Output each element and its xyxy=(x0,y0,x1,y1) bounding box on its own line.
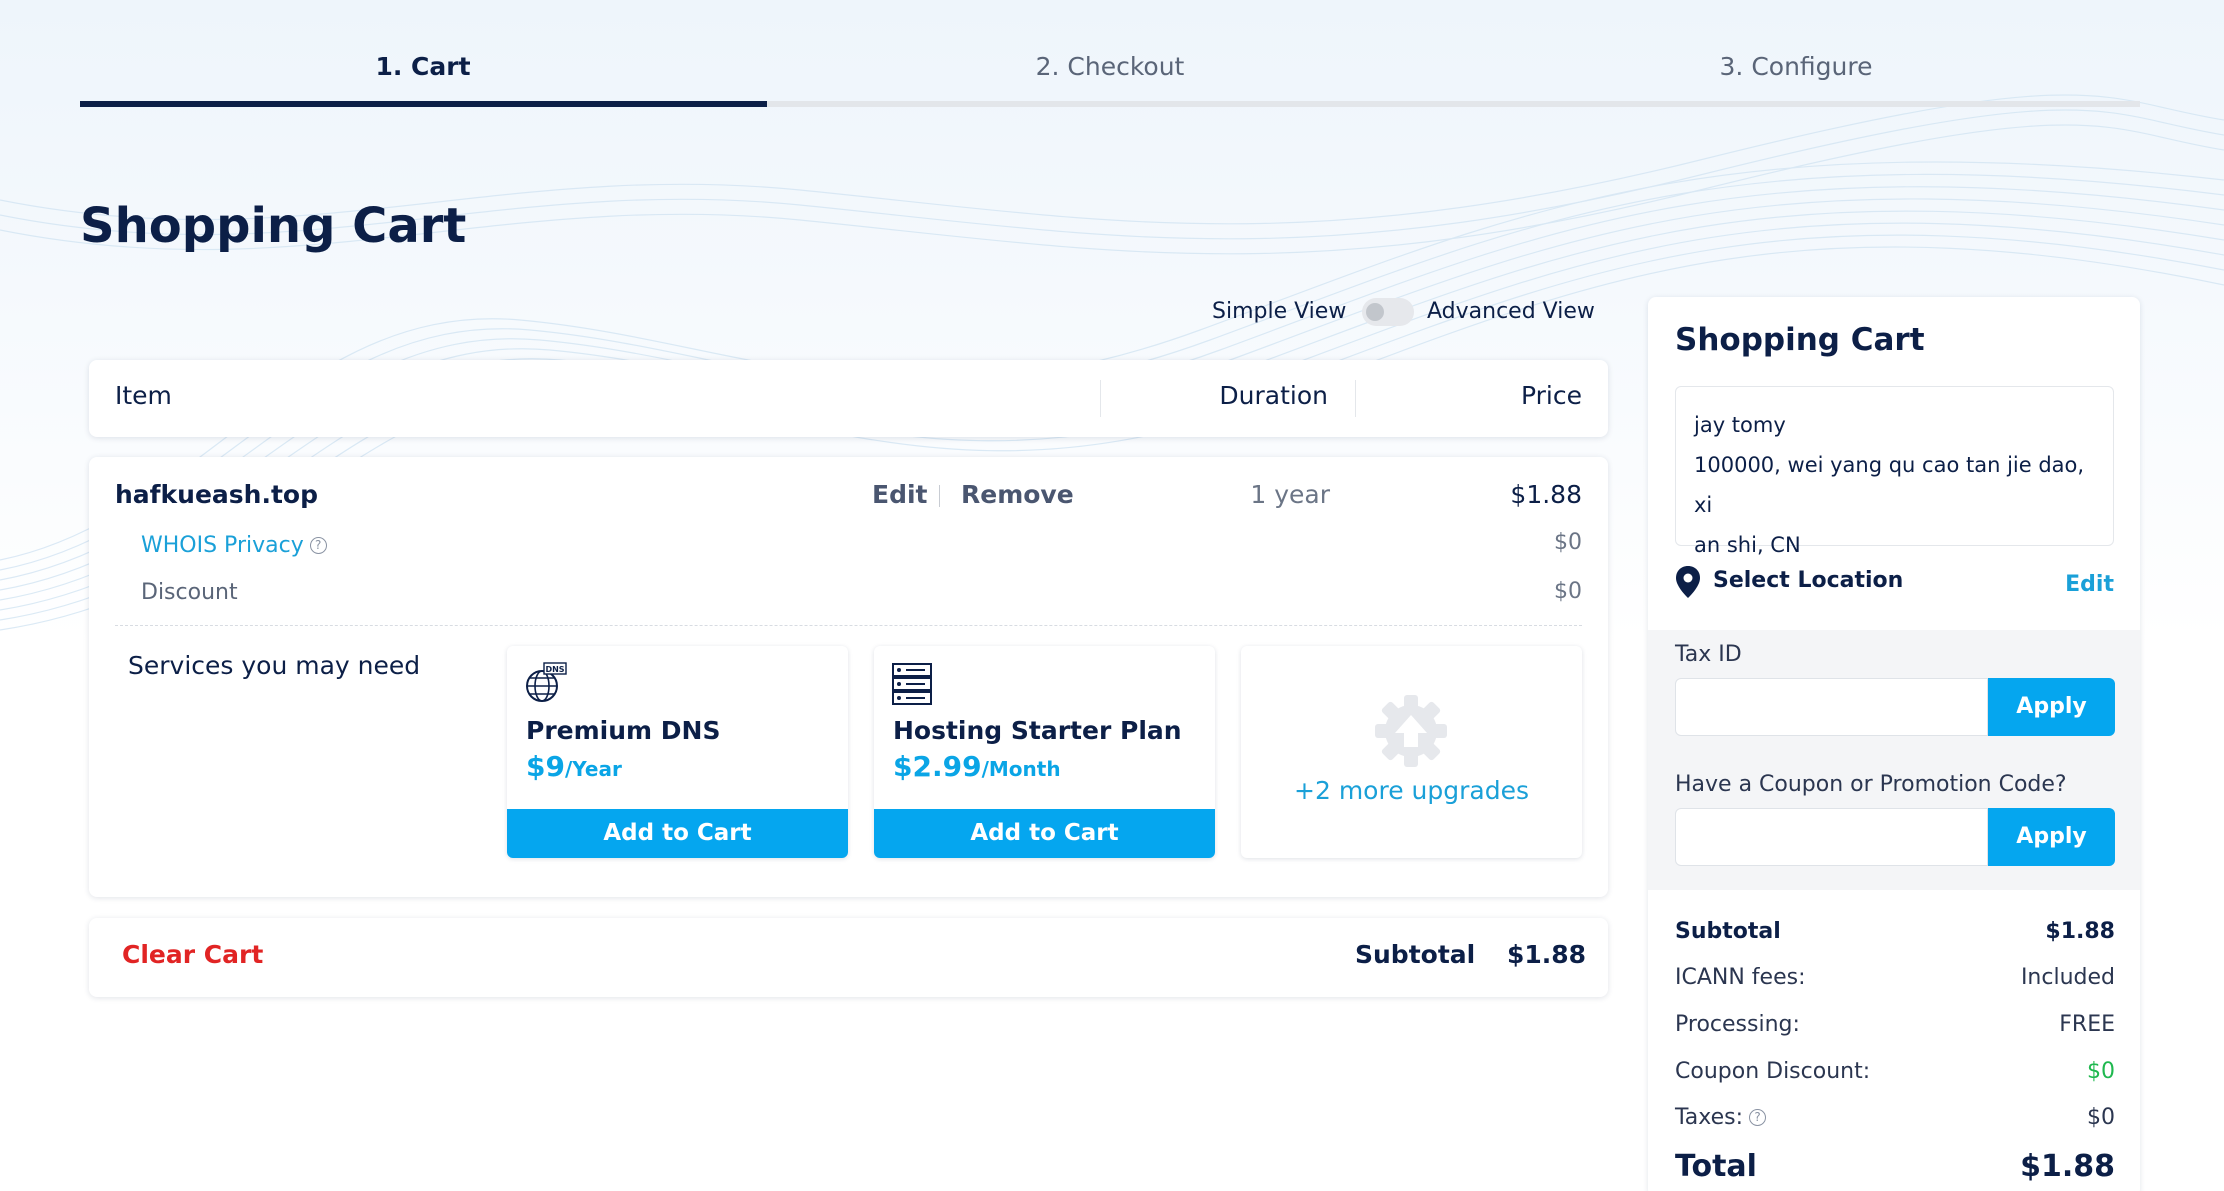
summary-title: Shopping Cart xyxy=(1675,322,1925,358)
coupon-input[interactable] xyxy=(1675,808,1988,866)
svg-text:DNS: DNS xyxy=(545,665,564,674)
address-line2: an shi, CN xyxy=(1694,533,1801,557)
service-price-amount: $2.99 xyxy=(893,750,982,783)
service-price-period: /Month xyxy=(981,757,1061,781)
subtotal-label: Subtotal xyxy=(1355,940,1476,969)
total-label: Total xyxy=(1675,1149,1757,1184)
coupon-apply-button[interactable]: Apply xyxy=(1988,808,2115,866)
icann-label: ICANN fees: xyxy=(1675,965,1806,990)
step-configure[interactable]: 3. Configure xyxy=(1453,52,2139,81)
header-duration: Duration xyxy=(1219,381,1328,410)
step-checkout[interactable]: 2. Checkout xyxy=(767,52,1453,81)
icann-value: Included xyxy=(2020,965,2115,990)
whois-privacy-label[interactable]: WHOIS Privacy xyxy=(141,533,304,558)
dns-globe-icon: DNS xyxy=(526,662,567,702)
billing-address: jay tomy 100000, wei yang qu cao tan jie… xyxy=(1675,386,2114,557)
stepper-progress xyxy=(80,101,767,107)
add-to-cart-button[interactable]: Add to Cart xyxy=(507,809,848,858)
summary-subtotal-label: Subtotal xyxy=(1675,919,1781,944)
upgrade-gear-icon xyxy=(1375,695,1447,767)
whois-price: $0 xyxy=(1554,530,1582,555)
page-title: Shopping Cart xyxy=(80,198,467,254)
processing-value: FREE xyxy=(2059,1012,2115,1037)
more-upgrades-link[interactable]: +2 more upgrades xyxy=(1241,776,1582,805)
help-icon[interactable]: ? xyxy=(1749,1109,1767,1126)
item-duration: 1 year xyxy=(1250,480,1330,509)
tax-id-apply-button[interactable]: Apply xyxy=(1988,678,2115,736)
advanced-view-label[interactable]: Advanced View xyxy=(1427,299,1595,324)
simple-view-label[interactable]: Simple View xyxy=(1212,299,1346,324)
remove-item-link[interactable]: Remove xyxy=(961,480,1074,509)
help-icon[interactable]: ? xyxy=(309,537,327,554)
coupon-discount-label: Coupon Discount: xyxy=(1675,1059,1871,1084)
tax-id-input[interactable] xyxy=(1675,678,1988,736)
clear-cart-button[interactable]: Clear Cart xyxy=(122,940,263,969)
service-card-premium-dns: DNS Premium DNS $9/Year Add to Cart xyxy=(507,646,848,858)
header-price: Price xyxy=(1521,381,1582,410)
coupon-discount-value: $0 xyxy=(2087,1059,2115,1084)
address-name: jay tomy xyxy=(1694,413,1786,437)
services-title: Services you may need xyxy=(128,651,421,680)
edit-item-link[interactable]: Edit xyxy=(872,480,928,509)
summary-subtotal-value: $1.88 xyxy=(2045,919,2115,944)
service-name: Premium DNS xyxy=(526,716,721,745)
select-location-link[interactable]: Select Location xyxy=(1713,568,1903,593)
header-divider xyxy=(1100,380,1101,417)
add-to-cart-button[interactable]: Add to Cart xyxy=(874,809,1215,858)
domain-name: hafkueash.top xyxy=(115,480,318,509)
service-price-amount: $9 xyxy=(526,750,565,783)
coupon-label: Have a Coupon or Promotion Code? xyxy=(1675,772,2067,797)
item-price: $1.88 xyxy=(1510,480,1582,509)
processing-label: Processing: xyxy=(1675,1012,1800,1037)
subtotal-value: $1.88 xyxy=(1507,940,1587,969)
tax-id-label: Tax ID xyxy=(1675,642,1742,667)
taxes-label: Taxes: xyxy=(1675,1105,1744,1130)
divider xyxy=(115,625,1582,626)
step-cart[interactable]: 1. Cart xyxy=(80,52,766,81)
header-item: Item xyxy=(115,381,172,410)
service-name: Hosting Starter Plan xyxy=(893,716,1182,745)
taxes-value: $0 xyxy=(2087,1105,2115,1130)
service-price-period: /Year xyxy=(564,757,622,781)
order-summary-panel: Shopping Cart jay tomy 100000, wei yang … xyxy=(1648,297,2140,1191)
more-upgrades-card[interactable]: +2 more upgrades xyxy=(1241,646,1582,858)
link-divider xyxy=(939,485,940,507)
toggle-knob xyxy=(1366,303,1384,321)
view-toggle[interactable] xyxy=(1362,298,1414,326)
edit-address-link[interactable]: Edit xyxy=(2065,572,2114,597)
location-pin-icon xyxy=(1676,566,1700,598)
discount-price: $0 xyxy=(1554,579,1582,604)
server-icon xyxy=(892,663,932,705)
service-price: $2.99/Month xyxy=(893,750,1061,783)
whois-privacy-link[interactable]: WHOIS Privacy? xyxy=(141,533,327,558)
total-value: $1.88 xyxy=(2020,1149,2115,1184)
address-line1: 100000, wei yang qu cao tan jie dao, xi xyxy=(1694,453,2085,517)
discount-label: Discount xyxy=(141,580,238,605)
service-card-hosting: Hosting Starter Plan $2.99/Month Add to … xyxy=(874,646,1215,858)
service-price: $9/Year xyxy=(526,750,622,783)
cart-table-header xyxy=(89,360,1608,437)
taxes-label-wrap: Taxes:? xyxy=(1675,1105,1767,1130)
header-divider xyxy=(1355,380,1356,417)
